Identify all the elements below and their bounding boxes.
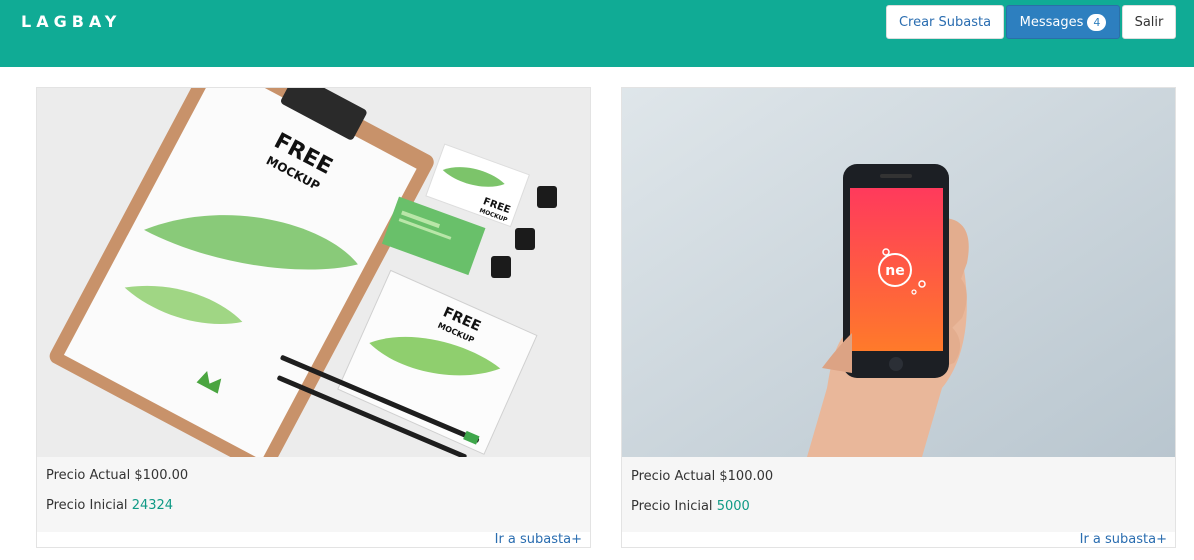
initial-price-label: Precio Inicial (46, 498, 128, 513)
messages-button[interactable]: Messages 4 (1006, 5, 1120, 39)
phone-logo-text: ne (885, 263, 904, 279)
go-to-auction-label: Ir a subasta (494, 532, 572, 547)
stationery-mockup-illustration: FREE MOCKUP FREE MOCKUP FREE MOCKUP (37, 88, 590, 457)
initial-price-row: Precio Inicial 24324 (46, 498, 173, 513)
initial-price-label: Precio Inicial (631, 499, 713, 514)
current-price-label: Precio Actual (46, 468, 131, 483)
logout-button[interactable]: Salir (1122, 5, 1176, 39)
current-price-label: Precio Actual (631, 469, 716, 484)
brand-logo[interactable]: LAGBAY (21, 12, 121, 31)
auction-card: ne Precio Actual $100.00 Precio Inicial … (621, 87, 1176, 548)
create-auction-button[interactable]: Crear Subasta (886, 5, 1004, 39)
create-auction-label: Crear Subasta (898, 14, 992, 30)
logout-label: Salir (1134, 14, 1164, 30)
top-navbar: LAGBAY Crear Subasta Messages 4 Salir (0, 0, 1194, 67)
go-to-auction-label: Ir a subasta (1079, 532, 1157, 547)
current-price-value: $100.00 (134, 468, 189, 483)
messages-count-badge: 4 (1087, 13, 1107, 31)
auction-image-phone-in-hand[interactable]: ne (622, 88, 1175, 457)
auction-card-footer: Ir a subasta+ (37, 532, 590, 548)
auction-card: FREE MOCKUP FREE MOCKUP FREE MOCKUP Prec… (36, 87, 591, 548)
plus-icon: + (571, 532, 582, 547)
phone-in-hand-illustration: ne (622, 88, 1175, 457)
messages-label: Messages (1019, 14, 1084, 30)
current-price-value: $100.00 (719, 469, 774, 484)
initial-price-value: 5000 (716, 499, 750, 514)
current-price-row: Precio Actual $100.00 (46, 468, 188, 483)
auction-card-footer: Ir a subasta+ (622, 532, 1175, 548)
go-to-auction-link[interactable]: Ir a subasta+ (495, 532, 582, 547)
go-to-auction-link[interactable]: Ir a subasta+ (1080, 532, 1167, 547)
current-price-row: Precio Actual $100.00 (631, 469, 773, 484)
auction-card-body: Precio Actual $100.00 Precio Inicial 500… (622, 457, 1175, 532)
initial-price-value: 24324 (131, 498, 174, 513)
auction-image-stationery-mockup[interactable]: FREE MOCKUP FREE MOCKUP FREE MOCKUP (37, 88, 590, 457)
auction-card-body: Precio Actual $100.00 Precio Inicial 243… (37, 457, 590, 532)
plus-icon: + (1156, 532, 1167, 547)
initial-price-row: Precio Inicial 5000 (631, 499, 750, 514)
